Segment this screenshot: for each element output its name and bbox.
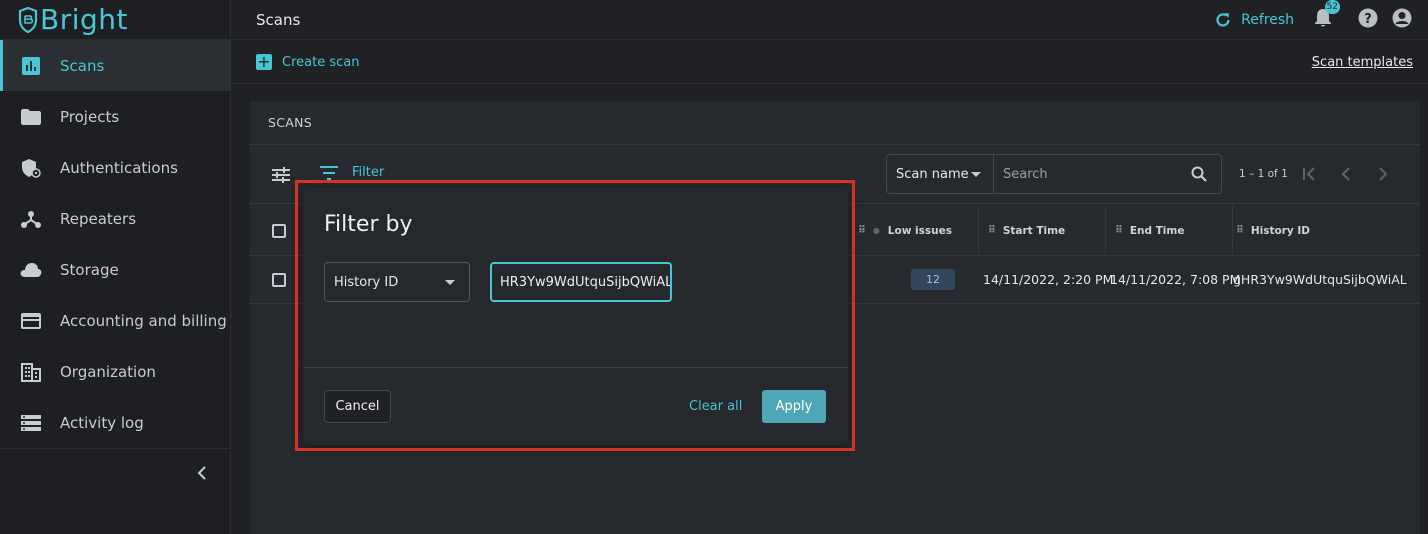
top-actions: Refresh 52 ? (1215, 0, 1412, 40)
column-label: History ID (1250, 224, 1310, 237)
low-issues-badge: 12 (911, 269, 955, 290)
filter-icon (320, 165, 338, 180)
select-all-checkbox[interactable] (272, 224, 286, 238)
help-button[interactable]: ? (1358, 8, 1378, 32)
column-header-low-issues[interactable]: ⠿ ● Low issues (858, 205, 952, 256)
caret-down-icon (971, 172, 981, 177)
first-page-button[interactable] (1302, 166, 1316, 185)
account-button[interactable] (1392, 8, 1412, 32)
sidebar-item-projects[interactable]: Projects (0, 91, 230, 142)
network-icon (20, 208, 42, 230)
end-time-cell: 14/11/2022, 7:08 PM (1110, 272, 1241, 287)
filter-value-input[interactable] (490, 262, 672, 302)
search-icon[interactable] (1191, 166, 1207, 186)
svg-text:?: ? (1364, 12, 1372, 27)
chevron-left-icon (197, 466, 206, 480)
sidebar-item-label: Authentications (60, 158, 178, 177)
sidebar-item-label: Activity log (60, 413, 144, 432)
sidebar-item-label: Scans (60, 56, 105, 75)
sidebar-item-accounting-and-billing[interactable]: Accounting and billing (0, 295, 230, 346)
sort-indicator-icon: ● (872, 226, 880, 235)
column-header-history-id[interactable]: ⠿ History ID (1236, 205, 1310, 256)
start-time-cell: 14/11/2022, 2:20 PM (983, 272, 1114, 287)
panel-title: SCANS (250, 101, 1420, 145)
folder-icon (20, 106, 42, 128)
sidebar-item-label: Projects (60, 107, 120, 126)
account-circle-icon (1392, 8, 1412, 28)
help-icon: ? (1358, 8, 1378, 28)
filter-field-value: History ID (334, 274, 399, 290)
next-page-button[interactable] (1378, 166, 1388, 185)
dialog-divider (303, 367, 848, 368)
shield-icon (20, 157, 42, 179)
scan-templates-link[interactable]: Scan templates (1312, 55, 1413, 70)
history-id-cell: gHR3Yw9WdUtquSijbQWiAL (1233, 272, 1407, 287)
apply-button[interactable]: Apply (762, 390, 826, 423)
sidebar-item-scans[interactable]: Scans (0, 40, 230, 91)
previous-page-button[interactable] (1341, 166, 1351, 185)
caret-down-icon (445, 280, 455, 285)
refresh-label: Refresh (1241, 12, 1294, 28)
logo[interactable]: Bright (0, 0, 230, 40)
filter-dialog: Filter by History ID Cancel Clear all Ap… (303, 188, 848, 445)
column-divider (1232, 205, 1233, 256)
column-divider (978, 205, 979, 256)
chevron-right-icon (1379, 167, 1388, 181)
chevron-left-icon (1341, 167, 1350, 181)
dialog-title: Filter by (324, 212, 413, 237)
sidebar-item-repeaters[interactable]: Repeaters (0, 193, 230, 244)
sidebar-item-label: Accounting and billing (60, 311, 227, 330)
drag-handle-icon[interactable]: ⠿ (858, 225, 866, 236)
refresh-button[interactable]: Refresh (1215, 12, 1294, 28)
bright-logo-icon (18, 6, 38, 33)
credit-card-icon (20, 310, 42, 332)
bar-chart-icon (20, 55, 42, 77)
sidebar-item-organization[interactable]: Organization (0, 346, 230, 397)
sidebar-item-label: Repeaters (60, 209, 137, 228)
pagination-range: 1 – 1 of 1 (1239, 168, 1288, 180)
column-label: End Time (1129, 224, 1185, 237)
sidebar-item-activity-log[interactable]: Activity log (0, 397, 230, 448)
action-bar: + Create scan Scan templates (232, 41, 1428, 84)
filter-label: Filter (352, 165, 385, 180)
search-input[interactable] (1003, 166, 1183, 182)
drag-handle-icon[interactable]: ⠿ (988, 225, 996, 236)
search-box (994, 154, 1222, 194)
collapse-sidebar-button[interactable] (194, 463, 210, 483)
sidebar-footer (0, 448, 230, 498)
clear-all-button[interactable]: Clear all (689, 390, 742, 423)
first-page-icon (1303, 167, 1315, 181)
filter-field-select[interactable]: History ID (324, 262, 470, 302)
sidebar: Bright Scans Projects Authentications Re… (0, 0, 231, 534)
column-divider (1105, 205, 1106, 256)
page-title: Scans (256, 10, 301, 29)
cancel-button[interactable]: Cancel (324, 390, 391, 423)
column-header-start-time[interactable]: ⠿ Start Time (988, 205, 1065, 256)
sidebar-item-authentications[interactable]: Authentications (0, 142, 230, 193)
sidebar-item-label: Organization (60, 362, 156, 381)
refresh-icon (1216, 13, 1230, 27)
column-settings-icon[interactable] (272, 166, 290, 188)
create-scan-button[interactable]: + Create scan (256, 54, 359, 70)
filter-button[interactable]: Filter (320, 165, 384, 180)
search-field-select[interactable]: Scan name (886, 154, 994, 194)
plus-icon: + (256, 52, 272, 71)
top-bar: Scans Refresh 52 ? (232, 0, 1428, 40)
sidebar-item-label: Storage (60, 260, 119, 279)
search-field-value: Scan name (896, 166, 969, 182)
drag-handle-icon[interactable]: ⠿ (1236, 225, 1244, 236)
drag-handle-icon[interactable]: ⠿ (1115, 225, 1123, 236)
notifications-button[interactable]: 52 (1314, 0, 1340, 32)
building-icon (20, 361, 42, 383)
row-checkbox[interactable] (272, 273, 286, 287)
column-label: Start Time (1002, 224, 1066, 237)
list-icon (20, 412, 42, 434)
notification-count-badge: 52 (1324, 0, 1340, 14)
logo-text: Bright (40, 3, 128, 36)
column-label: Low issues (887, 224, 953, 237)
create-scan-label: Create scan (282, 54, 360, 70)
sidebar-item-storage[interactable]: Storage (0, 244, 230, 295)
cloud-icon (20, 259, 42, 281)
column-header-end-time[interactable]: ⠿ End Time (1115, 205, 1184, 256)
